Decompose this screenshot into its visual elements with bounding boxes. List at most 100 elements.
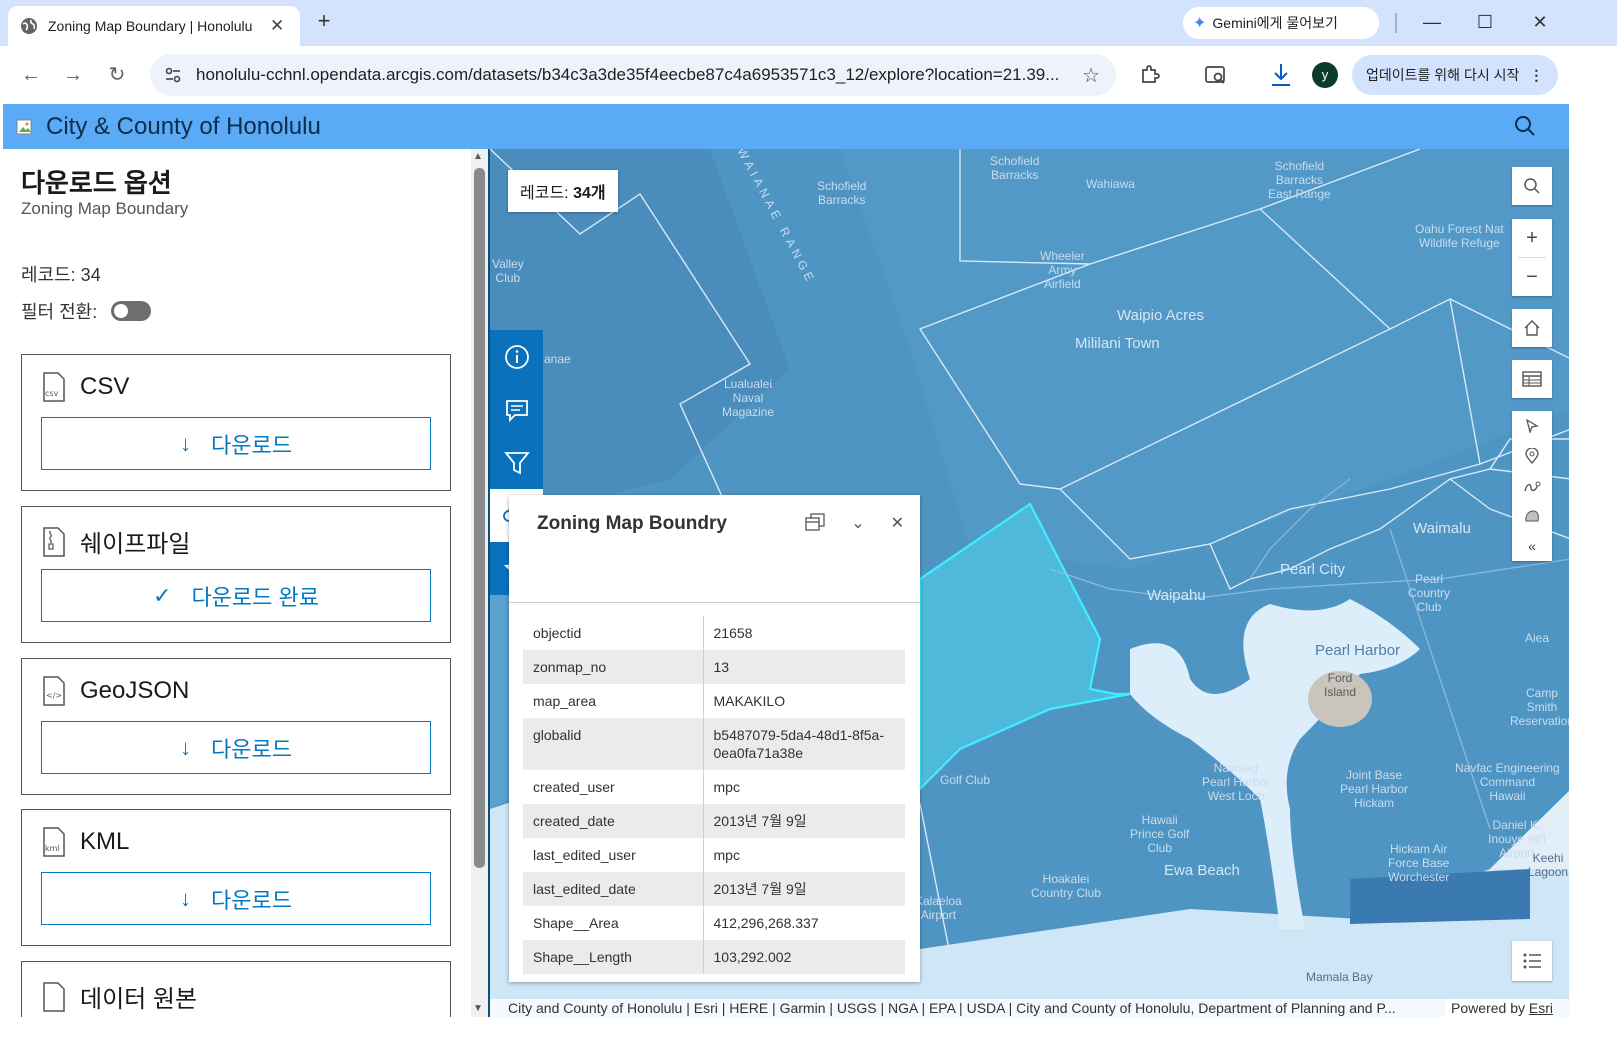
- globe-icon: [21, 18, 37, 34]
- download-card-shapefile: 쉐이프파일 ✓ 다운로드 완료: [21, 506, 451, 643]
- attribute-row: Shape__Area 412,296,268.337: [523, 906, 905, 940]
- zoom-in-button[interactable]: +: [1512, 219, 1552, 257]
- site-settings-icon[interactable]: [164, 66, 182, 84]
- panel-subtitle: Zoning Map Boundary: [21, 199, 189, 218]
- esri-link[interactable]: Esri: [1529, 1000, 1553, 1016]
- search-icon: [1524, 178, 1540, 194]
- attribute-value: 2013년 7월 9일: [703, 872, 905, 906]
- close-icon[interactable]: ✕: [891, 513, 904, 533]
- chevrons-left-icon: «: [1528, 538, 1536, 554]
- card-title: 데이터 원본: [80, 986, 198, 1013]
- map-label-schofield-barracks-2: Schofield Barracks: [817, 179, 867, 207]
- geojson-download-button[interactable]: ↓ 다운로드: [41, 721, 431, 774]
- map-label-oahu-forest: Oahu Forest Nat Wildlife Refuge: [1415, 222, 1504, 250]
- card-title: 쉐이프파일: [80, 531, 191, 558]
- dock-icon[interactable]: [805, 513, 825, 531]
- bookmark-star-icon[interactable]: ☆: [1082, 63, 1100, 88]
- map-label-schofield-east: Schofield Barracks East Range: [1268, 159, 1331, 201]
- forward-button[interactable]: →: [58, 60, 88, 90]
- map-label-keehi: Keehi Lagoon: [1528, 851, 1569, 879]
- site-title[interactable]: City & County of Honolulu: [46, 113, 321, 141]
- cursor-icon: [1526, 419, 1539, 433]
- site-logo-icon[interactable]: [16, 117, 36, 137]
- browser-toolbar: ← → ↻ honolulu-cchnl.opendata.arcgis.com…: [0, 46, 1617, 104]
- record-badge-count: 34개: [573, 185, 606, 202]
- profile-avatar[interactable]: y: [1312, 62, 1338, 88]
- map-label-ewa-beach: Ewa Beach: [1164, 862, 1240, 879]
- minimize-button[interactable]: —: [1420, 10, 1444, 34]
- scroll-down-arrow-icon[interactable]: ▼: [473, 1003, 483, 1014]
- map-attribution: City and County of Honolulu | Esri | HER…: [490, 999, 1569, 1017]
- close-window-button[interactable]: ✕: [1528, 10, 1552, 34]
- select-tool-button[interactable]: [1512, 411, 1552, 441]
- extensions-icon[interactable]: [1139, 63, 1161, 85]
- panel-scrollbar-thumb[interactable]: [474, 168, 485, 868]
- csv-file-icon: csv: [43, 372, 65, 402]
- update-restart-button[interactable]: 업데이트를 위해 다시 시작 ⋮: [1352, 55, 1558, 95]
- polyline-tool-button[interactable]: [1512, 471, 1552, 501]
- attribute-key: map_area: [523, 684, 704, 718]
- attribute-value: 412,296,268.337: [713, 915, 819, 931]
- svg-text:</>: </>: [46, 691, 62, 700]
- download-arrow-icon: ↓: [180, 430, 192, 456]
- svg-text:kml: kml: [45, 844, 60, 853]
- site-header: City & County of Honolulu: [3, 104, 1569, 149]
- polygon-tool-button[interactable]: [1512, 501, 1552, 531]
- chevron-down-icon[interactable]: ⌄: [851, 513, 864, 533]
- map-label-mamala-bay: Mamala Bay: [1306, 970, 1373, 984]
- attribute-row: created_date 2013년 7월 9일: [523, 804, 905, 838]
- map-search-button[interactable]: [1512, 167, 1552, 205]
- card-title: GeoJSON: [80, 677, 190, 704]
- attribute-table: objectid 21658 zonmap_no 13 map_area MAKAKILO…: [523, 616, 905, 974]
- gemini-button[interactable]: ✦ Gemini에게 물어보기: [1183, 7, 1379, 39]
- filter-icon: [503, 451, 530, 474]
- address-bar[interactable]: honolulu-cchnl.opendata.arcgis.com/datas…: [150, 54, 1116, 96]
- map-label-pearl-harbor: Pearl Harbor: [1315, 642, 1401, 659]
- popup-divider: [509, 602, 920, 603]
- search-icon[interactable]: [1513, 114, 1537, 138]
- table-view-button[interactable]: [1512, 360, 1552, 398]
- scroll-up-arrow-icon[interactable]: ▲: [473, 151, 483, 162]
- attribute-value: 2013년 7월 9일: [703, 804, 905, 838]
- back-button[interactable]: ←: [16, 60, 46, 90]
- map-label-camp-smith: Camp Smith Reservation: [1510, 686, 1569, 728]
- tab-search-icon[interactable]: [1204, 64, 1228, 86]
- attribute-row: created_user mpc: [523, 770, 905, 804]
- card-title: KML: [80, 828, 130, 855]
- more-menu-icon[interactable]: ⋮: [1529, 67, 1543, 84]
- attribute-value: 103,292.002: [703, 940, 905, 974]
- check-icon: ✓: [153, 582, 172, 608]
- maximize-button[interactable]: ☐: [1473, 10, 1497, 34]
- table-control: [1512, 360, 1552, 398]
- attribute-row: Shape__Length 103,292.002: [523, 940, 905, 974]
- csv-download-button[interactable]: ↓ 다운로드: [41, 417, 431, 470]
- map-view[interactable]: Schofield Barracks Wahiawa Schofield Barra…: [488, 149, 1569, 1017]
- map-label-joint-base: Joint Base Pearl Harbor Hickam: [1340, 768, 1409, 810]
- download-card-csv: csv CSV ↓ 다운로드: [21, 354, 451, 491]
- legend-button[interactable]: [1512, 941, 1552, 981]
- svg-text:csv: csv: [45, 389, 59, 398]
- reload-button[interactable]: ↻: [102, 60, 132, 90]
- kml-download-button[interactable]: ↓ 다운로드: [41, 872, 431, 925]
- record-count: 레코드: 34: [21, 265, 101, 285]
- map-label-waimalu: Waimalu: [1413, 520, 1471, 537]
- shapefile-download-button[interactable]: ✓ 다운로드 완료: [41, 569, 431, 622]
- zoom-out-button[interactable]: −: [1512, 258, 1552, 296]
- close-tab-icon[interactable]: ✕: [270, 16, 284, 36]
- browser-tab[interactable]: Zoning Map Boundary | Honolulu ✕: [8, 6, 300, 46]
- filter-button[interactable]: [490, 436, 543, 489]
- downloads-icon[interactable]: [1269, 62, 1293, 88]
- new-tab-button[interactable]: +: [312, 10, 336, 34]
- point-tool-button[interactable]: [1512, 441, 1552, 471]
- minus-icon: −: [1526, 265, 1538, 288]
- info-icon: [504, 344, 529, 369]
- info-button[interactable]: [490, 330, 543, 383]
- filter-toggle-switch[interactable]: [111, 301, 152, 321]
- collapse-tools-button[interactable]: «: [1512, 531, 1552, 561]
- attribution-text: City and County of Honolulu | Esri | HER…: [508, 1000, 1396, 1016]
- home-button[interactable]: [1512, 309, 1552, 347]
- comments-button[interactable]: [490, 383, 543, 436]
- map-label-aiea: Aiea: [1525, 631, 1550, 645]
- button-label: 다운로드: [211, 736, 292, 762]
- table-icon: [1522, 371, 1542, 387]
